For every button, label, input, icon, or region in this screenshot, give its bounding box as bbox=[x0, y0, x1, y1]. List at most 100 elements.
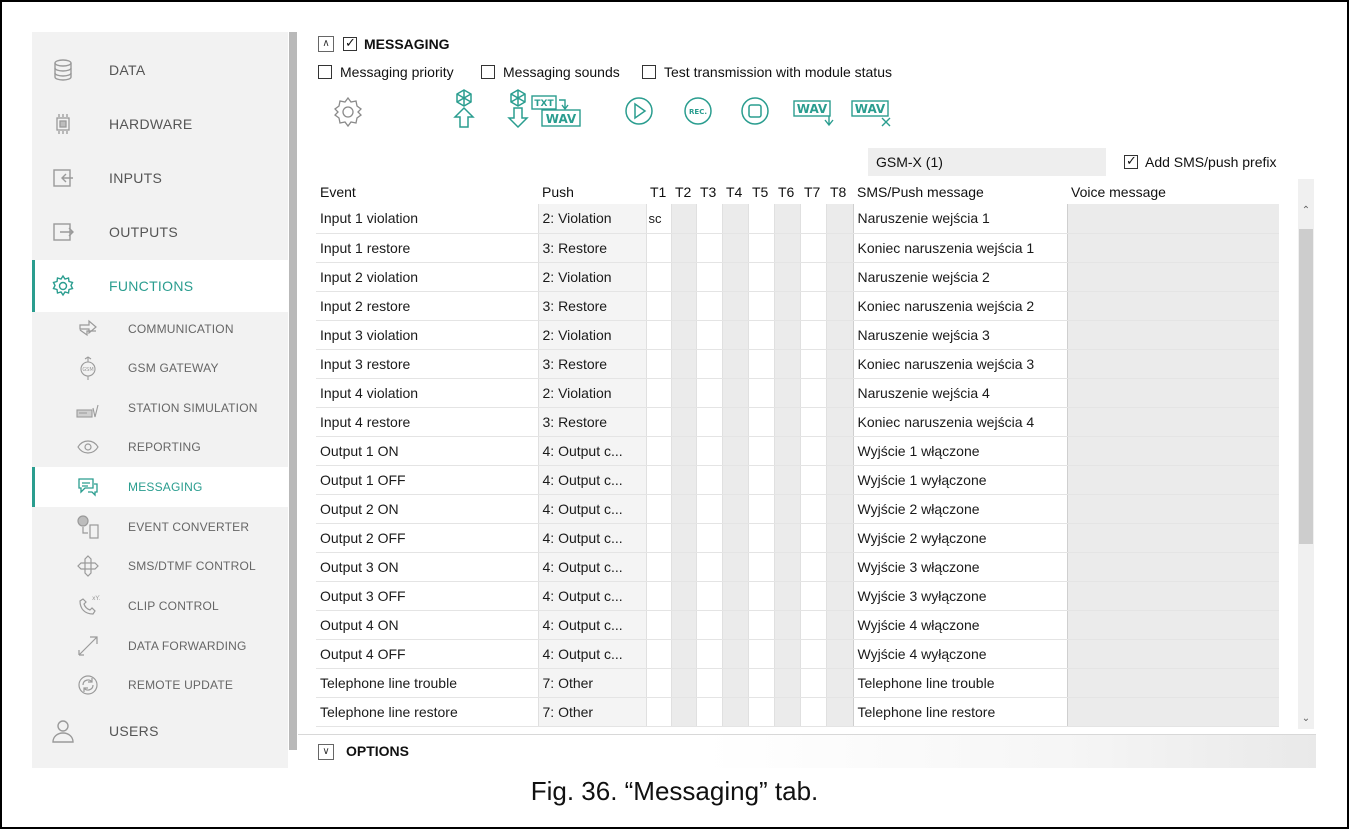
event-cell[interactable]: Output 4 ON bbox=[316, 610, 538, 640]
transmission-cell-t4[interactable] bbox=[721, 494, 748, 524]
transmission-cell-t6[interactable] bbox=[773, 349, 800, 379]
event-cell[interactable]: Output 3 OFF bbox=[316, 581, 538, 611]
transmission-cell-t1[interactable] bbox=[645, 523, 671, 553]
push-cell[interactable]: 3: Restore bbox=[537, 349, 646, 379]
table-row[interactable]: Output 1 ON 4: Output c... Wyjście 1 włącz… bbox=[316, 436, 1279, 466]
column-header-voice[interactable]: Voice message bbox=[1067, 179, 1279, 204]
column-header-event[interactable]: Event bbox=[316, 179, 538, 204]
transmission-cell-t2[interactable] bbox=[670, 523, 696, 553]
transmission-cell-t5[interactable] bbox=[747, 233, 774, 263]
transmission-cell-t8[interactable] bbox=[825, 291, 853, 321]
sms-message-cell[interactable]: Wyjście 2 włączone bbox=[852, 494, 1067, 524]
sms-message-cell[interactable]: Koniec naruszenia wejścia 4 bbox=[852, 407, 1067, 437]
table-row[interactable]: Input 4 restore 3: Restore Koniec naruszen… bbox=[316, 407, 1279, 437]
push-cell[interactable]: 2: Violation bbox=[537, 204, 646, 234]
transmission-cell-t5[interactable] bbox=[747, 610, 774, 640]
event-cell[interactable]: Telephone line trouble bbox=[316, 668, 538, 698]
transmission-cell-t1[interactable] bbox=[645, 581, 671, 611]
sms-message-cell[interactable]: Naruszenie wejścia 1 bbox=[852, 204, 1067, 234]
sidebar-item-remote-update[interactable]: REMOTE UPDATE bbox=[32, 665, 288, 705]
event-cell[interactable]: Telephone line restore bbox=[316, 697, 538, 727]
transmission-cell-t5[interactable] bbox=[747, 494, 774, 524]
transmission-cell-t6[interactable] bbox=[773, 204, 800, 234]
transmission-cell-t7[interactable] bbox=[799, 639, 826, 669]
sms-message-cell[interactable]: Koniec naruszenia wejścia 1 bbox=[852, 233, 1067, 263]
event-cell[interactable]: Input 2 violation bbox=[316, 262, 538, 292]
transmission-cell-t6[interactable] bbox=[773, 552, 800, 582]
delete-wav-button[interactable]: WAV bbox=[850, 98, 900, 128]
column-header-t4[interactable]: T4 bbox=[722, 179, 748, 204]
push-cell[interactable]: 2: Violation bbox=[537, 320, 646, 350]
transmission-cell-t2[interactable] bbox=[670, 262, 696, 292]
transmission-cell-t3[interactable] bbox=[695, 552, 722, 582]
transmission-cell-t5[interactable] bbox=[747, 204, 774, 234]
table-row[interactable]: Output 4 OFF 4: Output c... Wyjście 4 wyłą… bbox=[316, 639, 1279, 669]
transmission-cell-t8[interactable] bbox=[825, 697, 853, 727]
upload-button[interactable] bbox=[446, 88, 482, 130]
transmission-cell-t8[interactable] bbox=[825, 639, 853, 669]
sidebar-item-reporting[interactable]: REPORTING bbox=[32, 427, 288, 467]
push-cell[interactable]: 4: Output c... bbox=[537, 494, 646, 524]
transmission-cell-t7[interactable] bbox=[799, 262, 826, 292]
transmission-cell-t1[interactable] bbox=[645, 436, 671, 466]
messaging-priority-checkbox[interactable] bbox=[318, 65, 332, 79]
transmission-cell-t8[interactable] bbox=[825, 465, 853, 495]
transmission-cell-t2[interactable] bbox=[670, 639, 696, 669]
transmission-cell-t2[interactable] bbox=[670, 291, 696, 321]
transmission-cell-t1[interactable] bbox=[645, 407, 671, 437]
table-row[interactable]: Output 2 OFF 4: Output c... Wyjście 2 wyłą… bbox=[316, 523, 1279, 553]
table-row[interactable]: Telephone line trouble 7: Other Telephone … bbox=[316, 668, 1279, 698]
transmission-cell-t4[interactable] bbox=[721, 465, 748, 495]
push-cell[interactable]: 4: Output c... bbox=[537, 523, 646, 553]
voice-message-cell[interactable] bbox=[1066, 639, 1279, 669]
transmission-cell-t5[interactable] bbox=[747, 378, 774, 408]
transmission-cell-t3[interactable] bbox=[695, 581, 722, 611]
transmission-cell-t5[interactable] bbox=[747, 320, 774, 350]
event-cell[interactable]: Input 4 violation bbox=[316, 378, 538, 408]
voice-message-cell[interactable] bbox=[1066, 262, 1279, 292]
sms-message-cell[interactable]: Wyjście 3 wyłączone bbox=[852, 581, 1067, 611]
table-row[interactable]: Input 4 violation 2: Violation Naruszenie … bbox=[316, 378, 1279, 408]
test-transmission-checkbox[interactable] bbox=[642, 65, 656, 79]
txt-to-wav-button[interactable]: TXT WAV bbox=[528, 94, 584, 128]
transmission-cell-t1[interactable] bbox=[645, 320, 671, 350]
transmission-cell-t7[interactable] bbox=[799, 494, 826, 524]
transmission-cell-t3[interactable] bbox=[695, 349, 722, 379]
sms-message-cell[interactable]: Wyjście 4 włączone bbox=[852, 610, 1067, 640]
transmission-cell-t4[interactable] bbox=[721, 407, 748, 437]
voice-message-cell[interactable] bbox=[1066, 581, 1279, 611]
sidebar-item-communication[interactable]: COMMUNICATION bbox=[32, 309, 288, 349]
transmission-cell-t4[interactable] bbox=[721, 291, 748, 321]
transmission-cell-t7[interactable] bbox=[799, 233, 826, 263]
sms-message-cell[interactable]: Wyjście 2 wyłączone bbox=[852, 523, 1067, 553]
column-header-t2[interactable]: T2 bbox=[671, 179, 696, 204]
transmission-cell-t8[interactable] bbox=[825, 668, 853, 698]
transmission-cell-t3[interactable] bbox=[695, 320, 722, 350]
sms-message-cell[interactable]: Wyjście 1 włączone bbox=[852, 436, 1067, 466]
transmission-cell-t4[interactable] bbox=[721, 349, 748, 379]
sms-message-cell[interactable]: Naruszenie wejścia 4 bbox=[852, 378, 1067, 408]
sidebar-item-clip-control[interactable]: xYZ CLIP CONTROL bbox=[32, 586, 288, 626]
table-row[interactable]: Output 2 ON 4: Output c... Wyjście 2 włącz… bbox=[316, 494, 1279, 524]
transmission-cell-t1[interactable] bbox=[645, 697, 671, 727]
transmission-cell-t2[interactable] bbox=[670, 407, 696, 437]
transmission-cell-t5[interactable] bbox=[747, 407, 774, 437]
transmission-cell-t5[interactable] bbox=[747, 262, 774, 292]
table-row[interactable]: Input 3 restore 3: Restore Koniec naruszen… bbox=[316, 349, 1279, 379]
table-row[interactable]: Output 1 OFF 4: Output c... Wyjście 1 wyłą… bbox=[316, 465, 1279, 495]
sms-message-cell[interactable]: Naruszenie wejścia 3 bbox=[852, 320, 1067, 350]
event-cell[interactable]: Input 4 restore bbox=[316, 407, 538, 437]
event-cell[interactable]: Output 1 ON bbox=[316, 436, 538, 466]
transmission-cell-t2[interactable] bbox=[670, 233, 696, 263]
transmission-cell-t3[interactable] bbox=[695, 233, 722, 263]
transmission-cell-t1[interactable] bbox=[645, 639, 671, 669]
transmission-cell-t1[interactable]: sc bbox=[645, 204, 671, 234]
transmission-cell-t8[interactable] bbox=[825, 610, 853, 640]
table-row[interactable]: Input 1 violation 2: Violation sc Naruszeni… bbox=[316, 204, 1279, 234]
transmission-cell-t1[interactable] bbox=[645, 494, 671, 524]
voice-message-cell[interactable] bbox=[1066, 407, 1279, 437]
transmission-cell-t2[interactable] bbox=[670, 668, 696, 698]
transmission-cell-t7[interactable] bbox=[799, 581, 826, 611]
transmission-cell-t5[interactable] bbox=[747, 552, 774, 582]
transmission-cell-t4[interactable] bbox=[721, 233, 748, 263]
